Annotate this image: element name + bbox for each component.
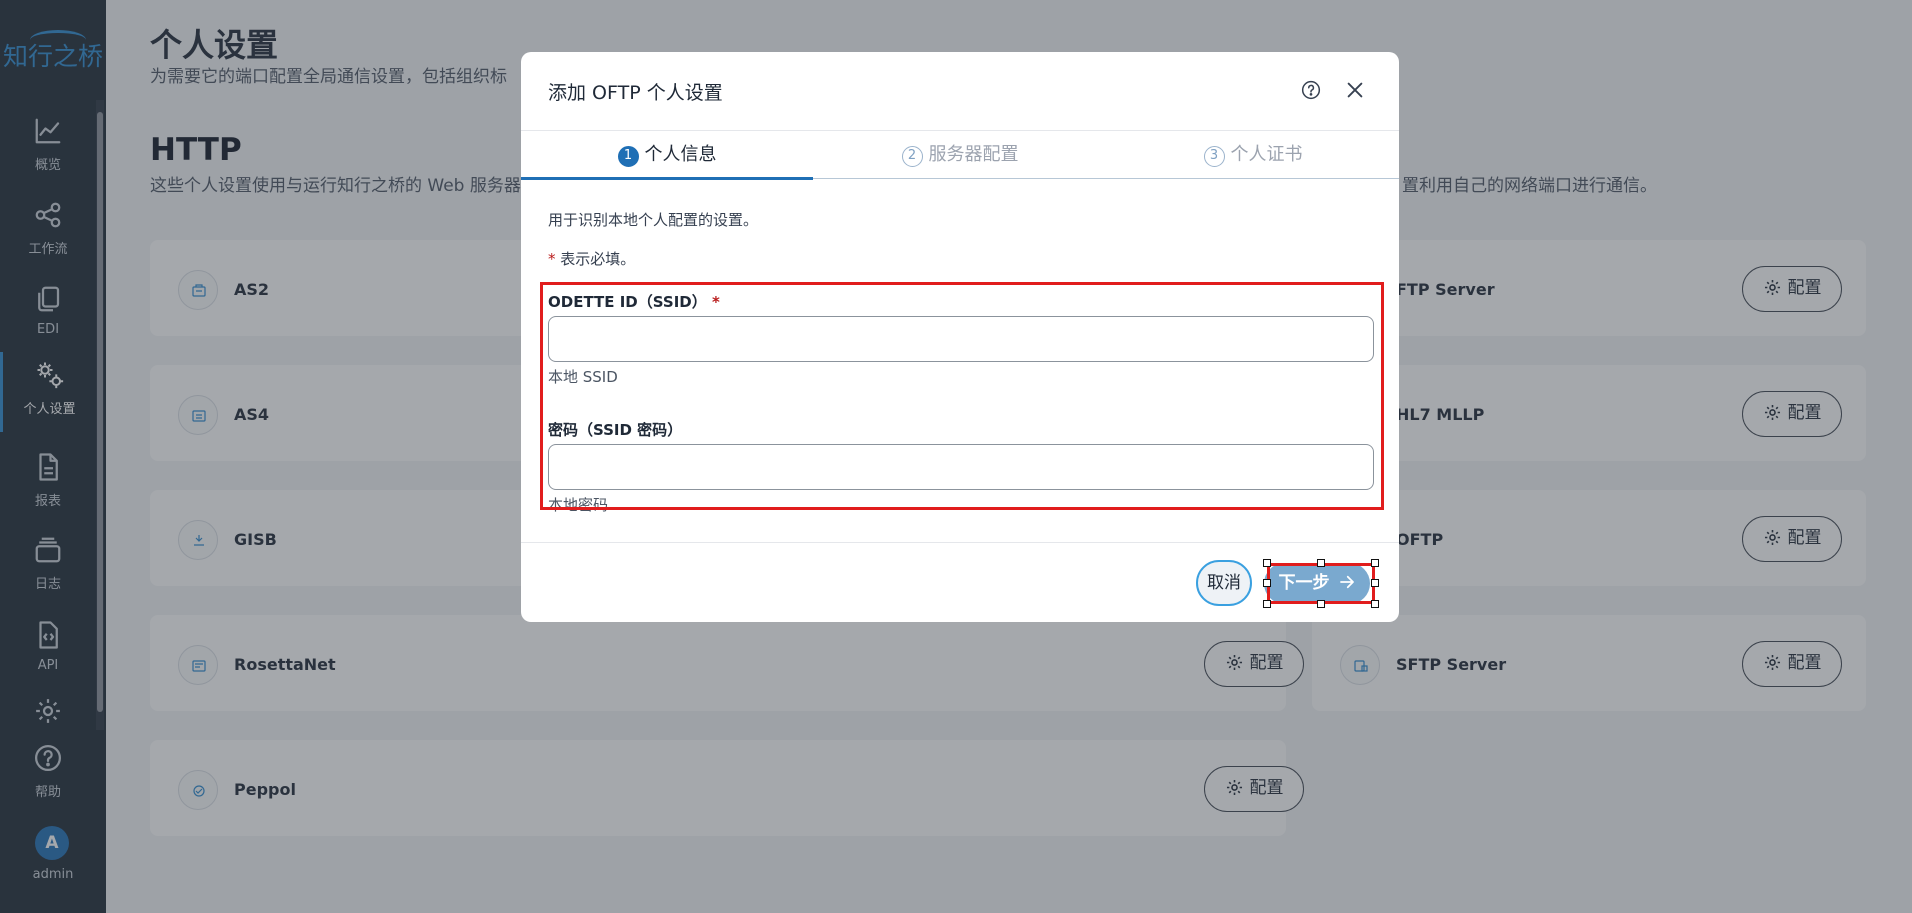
step-number: 3 [1203,146,1225,167]
close-icon[interactable] [1344,79,1366,101]
selection-handle [1263,579,1271,587]
dialog-description: 用于识别本地个人配置的设置。 [548,211,759,229]
selection-handle [1263,600,1271,608]
step-label: 服务器配置 [928,144,1019,165]
selection-handle [1317,600,1325,608]
step-personal-info[interactable]: 1 个人信息 [521,131,813,180]
dialog-title: 添加 OFTP 个人设置 [548,82,723,104]
step-number: 2 [901,146,923,167]
highlight-fields [540,282,1384,510]
required-star: * [548,250,556,268]
required-note: * 表示必填。 [548,248,635,269]
step-number: 1 [617,146,639,167]
question-circle-icon[interactable] [1301,80,1321,100]
add-oftp-profile-dialog: 添加 OFTP 个人设置 1 个人信息 2 服务器配置 3 个人证书 用于识别本地个人… [521,52,1399,622]
step-label: 个人证书 [1230,144,1303,165]
step-server-config[interactable]: 2 服务器配置 [814,131,1106,179]
selection-handle [1317,559,1325,567]
cancel-button[interactable]: 取消 [1196,560,1252,606]
step-certificate[interactable]: 3 个人证书 [1107,131,1399,179]
selection-handle [1263,559,1271,567]
divider [521,542,1399,543]
selection-handle [1371,559,1379,567]
required-text: 表示必填。 [555,250,636,268]
selection-handle [1371,579,1379,587]
highlight-next-button [1267,563,1375,604]
selection-handle [1371,600,1379,608]
stepper: 1 个人信息 2 服务器配置 3 个人证书 [521,131,1399,180]
step-label: 个人信息 [644,144,717,165]
